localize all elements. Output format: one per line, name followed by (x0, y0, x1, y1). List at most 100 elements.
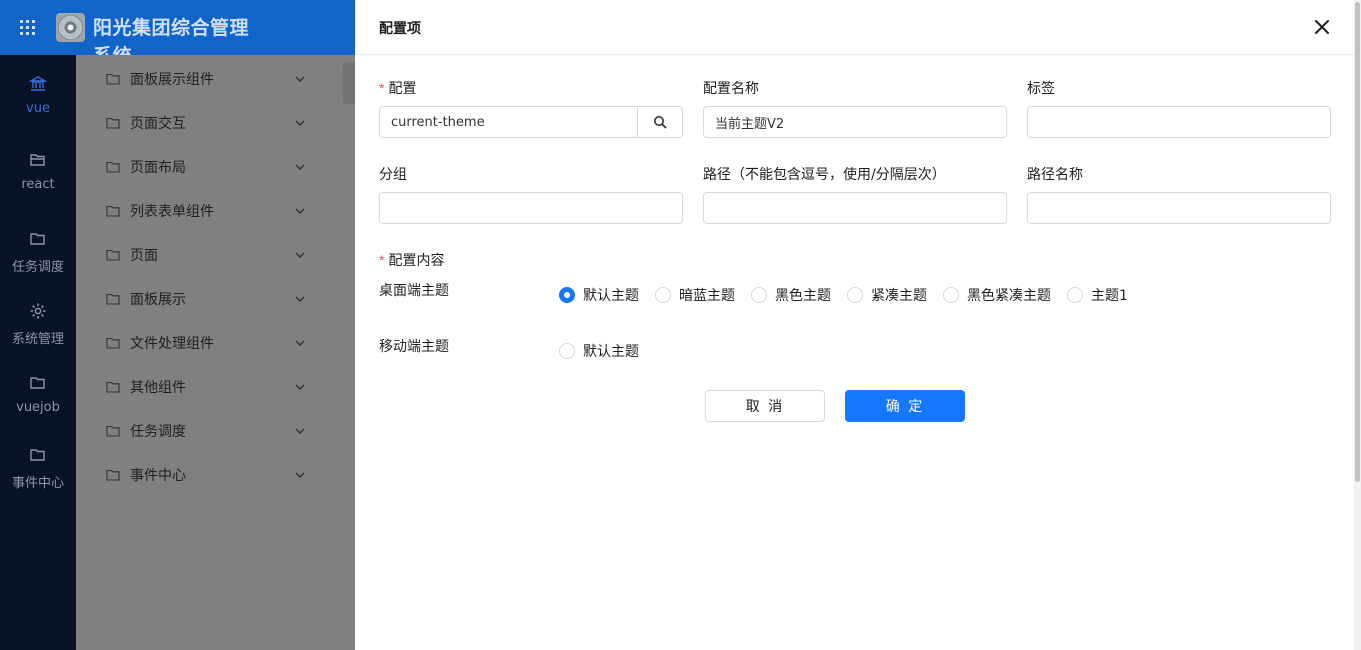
bank-icon (29, 76, 47, 91)
subnav-item[interactable]: 事件中心 (76, 453, 328, 497)
drawer-title: 配置项 (379, 21, 421, 37)
radio-label: 黑色主题 (775, 288, 831, 304)
folder-icon (106, 161, 120, 173)
tags-input[interactable] (1027, 106, 1331, 138)
mobile-theme-label: 移动端主题 (379, 339, 449, 355)
subnav-item-label: 任务调度 (130, 424, 186, 440)
subnav-item-label: 页面布局 (130, 160, 186, 176)
nav-item-vuejob[interactable]: vuejob (0, 374, 76, 446)
radio-desktop-black-compact[interactable]: 黑色紧凑主题 (943, 285, 1051, 305)
radio-desktop-theme1[interactable]: 主题1 (1067, 285, 1128, 305)
config-label-text: 配置 (388, 81, 417, 97)
radio-desktop-default[interactable]: 默认主题 (559, 285, 639, 305)
nav-item-label: vuejob (16, 400, 60, 415)
chevron-down-icon (295, 208, 305, 215)
folder-icon (30, 377, 45, 389)
subnav-item[interactable]: 页面交互 (76, 101, 328, 145)
tags-label: 标签 (1027, 81, 1055, 97)
nav-item-label: react (21, 177, 55, 192)
nav-item-label: 任务调度 (11, 260, 64, 275)
nav-item-system[interactable]: 系统管理 (0, 302, 76, 374)
folder-icon (106, 205, 120, 217)
nav-item-vue[interactable]: vue (0, 75, 76, 147)
folder-icon (106, 249, 120, 261)
subnav-item-label: 列表表单组件 (130, 204, 214, 220)
sub-nav: 面板展示组件 页面交互 页面布局 列表表单组件 页面 面板展示 文件处理组件 其… (76, 55, 328, 650)
group-label: 分组 (379, 167, 407, 183)
subnav-item-label: 页面交互 (130, 116, 186, 132)
subnav-item[interactable]: 面板展示组件 (76, 57, 328, 101)
config-label: * 配置 (379, 78, 416, 98)
chevron-down-icon (295, 472, 305, 479)
group-input[interactable] (379, 192, 683, 224)
gear-icon (30, 303, 46, 319)
desktop-theme-label: 桌面端主题 (379, 283, 449, 299)
content-label: * 配置内容 (379, 250, 444, 270)
config-input[interactable] (379, 106, 638, 138)
app-title: 阳光集团综合管理系统 (93, 17, 250, 55)
nav-item-react[interactable]: react (0, 151, 76, 223)
radio-label: 主题1 (1091, 288, 1128, 304)
nav-item-label: 系统管理 (11, 332, 64, 347)
config-search-button[interactable] (638, 106, 683, 138)
radio-label: 紧凑主题 (871, 288, 927, 304)
subnav-item[interactable]: 文件处理组件 (76, 321, 328, 365)
chevron-down-icon (295, 384, 305, 391)
config-name-label: 配置名称 (703, 81, 759, 97)
chevron-down-icon (295, 296, 305, 303)
subnav-item[interactable]: 页面 (76, 233, 328, 277)
scrollbar-thumb[interactable] (1355, 2, 1360, 482)
radio-label: 暗蓝主题 (679, 288, 735, 304)
subnav-item-label: 面板展示 (130, 292, 186, 308)
drawer-header: 配置项 (355, 0, 1354, 55)
subnav-item[interactable]: 列表表单组件 (76, 189, 328, 233)
radio-desktop-compact[interactable]: 紧凑主题 (847, 285, 927, 305)
config-drawer: 配置项 *配置 配置名称 标签 分组 路径（不能包含逗号，使用/分隔层次） 路径… (355, 0, 1361, 650)
subnav-item-label: 文件处理组件 (130, 336, 214, 352)
subnav-item-label: 事件中心 (130, 468, 186, 484)
chevron-down-icon (295, 76, 305, 83)
subnav-item[interactable]: 页面布局 (76, 145, 328, 189)
nav-item-label: vue (26, 101, 50, 116)
radio-dot[interactable] (847, 287, 863, 303)
folder-icon (106, 381, 120, 393)
chevron-down-icon (295, 120, 305, 127)
path-input[interactable] (703, 192, 1007, 224)
path-label: 路径（不能包含逗号，使用/分隔层次） (703, 167, 946, 183)
radio-dot[interactable] (751, 287, 767, 303)
radio-dot[interactable] (559, 287, 575, 303)
chevron-down-icon (295, 428, 305, 435)
folder-icon (30, 449, 45, 461)
cancel-button[interactable]: 取 消 (705, 390, 825, 422)
folder-icon (106, 469, 120, 481)
subnav-item[interactable]: 任务调度 (76, 409, 328, 453)
close-icon[interactable] (1310, 15, 1334, 39)
scrollbar[interactable] (1354, 0, 1361, 650)
radio-mobile-default[interactable]: 默认主题 (559, 341, 639, 361)
nav-item-events[interactable]: 事件中心 (0, 446, 76, 518)
apps-grid-icon[interactable] (20, 20, 35, 35)
subnav-item[interactable]: 面板展示 (76, 277, 328, 321)
radio-label: 默认主题 (583, 288, 639, 304)
config-name-input[interactable] (703, 106, 1007, 138)
ok-button[interactable]: 确 定 (845, 390, 965, 422)
radio-dot[interactable] (1067, 287, 1083, 303)
radio-dot[interactable] (655, 287, 671, 303)
radio-dot[interactable] (943, 287, 959, 303)
content-edge (343, 62, 355, 104)
radio-desktop-dark-blue[interactable]: 暗蓝主题 (655, 285, 735, 305)
radio-label: 黑色紧凑主题 (967, 288, 1051, 304)
subnav-item[interactable]: 其他组件 (76, 365, 328, 409)
content-label-text: 配置内容 (388, 253, 445, 269)
folder-icon (106, 425, 120, 437)
folder-icon (30, 233, 45, 245)
required-mark: * (379, 252, 385, 268)
subnav-item-label: 其他组件 (130, 380, 186, 396)
radio-dot[interactable] (559, 343, 575, 359)
logo (56, 13, 85, 42)
radio-desktop-black[interactable]: 黑色主题 (751, 285, 831, 305)
path-name-input[interactable] (1027, 192, 1331, 224)
left-nav: vue react 任务调度 系统管理 vuejob 事件中心 (0, 55, 76, 650)
folder-open-icon (30, 154, 45, 166)
nav-item-tasks[interactable]: 任务调度 (0, 230, 76, 302)
